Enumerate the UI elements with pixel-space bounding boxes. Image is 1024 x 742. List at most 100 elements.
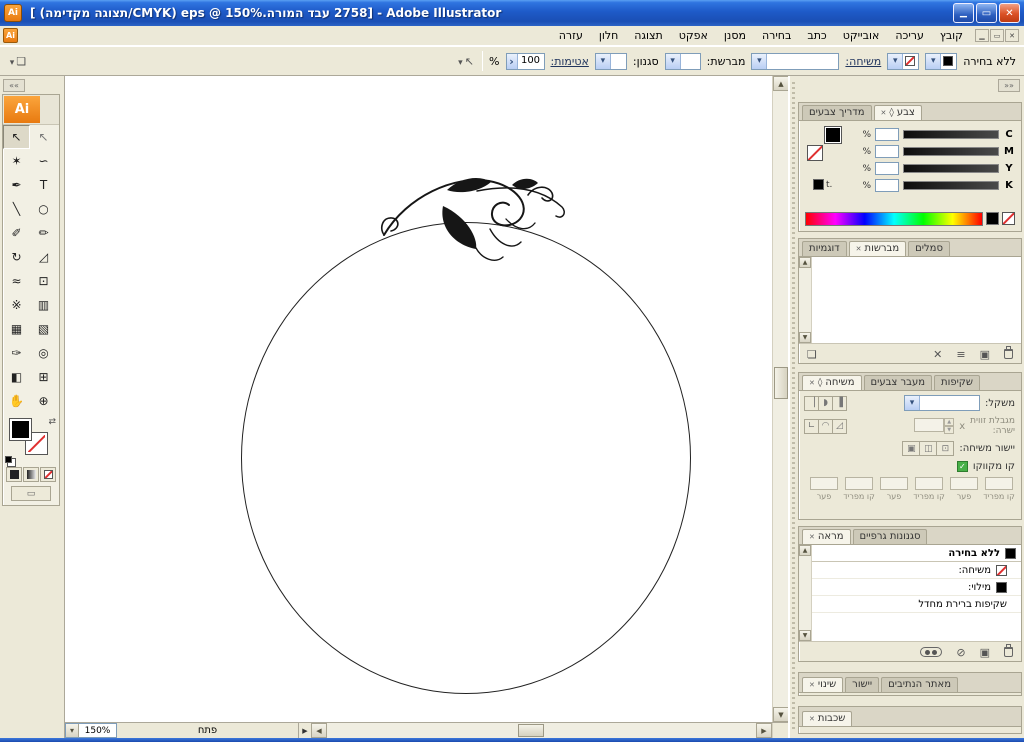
scroll-down-icon[interactable] — [799, 332, 811, 343]
yellow-slider[interactable] — [903, 164, 999, 173]
doc-restore-button[interactable]: ▭ — [990, 29, 1004, 42]
tab-graphic-styles[interactable]: סגנונות גרפיים — [852, 529, 928, 544]
chevron-down-icon[interactable] — [904, 396, 920, 410]
tab-brushes[interactable]: מברשות — [848, 241, 907, 256]
opacity-link[interactable]: אטימות: — [551, 55, 589, 68]
minimize-button[interactable] — [953, 3, 974, 23]
control-panel-options-button[interactable] — [8, 51, 28, 71]
chevron-down-icon[interactable] — [926, 53, 942, 69]
tab-align[interactable]: יישור — [845, 677, 880, 692]
tab-close-icon[interactable] — [809, 713, 815, 724]
pen-tool[interactable]: ✒ — [3, 173, 30, 197]
scroll-up-icon[interactable] — [799, 257, 811, 268]
chevron-down-icon[interactable] — [888, 53, 904, 69]
menu-edit[interactable]: עריכה — [887, 27, 932, 44]
menu-object[interactable]: אובייקט — [835, 27, 888, 44]
scale-tool[interactable]: ◿ — [30, 245, 57, 269]
new-brush-icon[interactable]: ▣ — [980, 348, 990, 361]
menu-window[interactable]: חלון — [591, 27, 626, 44]
stroke-link[interactable]: משיחה: — [845, 55, 881, 68]
appearance-row-transparency[interactable]: שקיפות ברירת מחדל — [812, 596, 1021, 613]
horizontal-scrollbar[interactable] — [311, 723, 772, 738]
yellow-value-field[interactable] — [875, 162, 899, 175]
chevron-down-icon[interactable] — [665, 53, 681, 69]
black-value-field[interactable] — [875, 179, 899, 192]
menu-effect[interactable]: אפקט — [671, 27, 716, 44]
vertical-scroll-thumb[interactable] — [774, 366, 788, 399]
align-center-button[interactable]: ▣ — [902, 441, 921, 456]
clear-appearance-icon[interactable]: ⊘ — [956, 646, 965, 659]
black-color-swatch[interactable] — [986, 212, 999, 225]
menu-select[interactable]: בחירה — [754, 27, 799, 44]
new-item-icon[interactable]: ▣ — [980, 646, 990, 659]
dashed-line-checkbox[interactable] — [956, 461, 968, 472]
magic-wand-tool[interactable]: ✶ — [3, 149, 30, 173]
selection-tool[interactable]: ↖ — [3, 125, 30, 149]
line-segment-tool[interactable]: ╲ — [3, 197, 30, 221]
style-combo[interactable] — [594, 52, 627, 70]
direct-selection-tool[interactable]: ↖ — [30, 125, 57, 149]
type-tool[interactable]: T — [30, 173, 57, 197]
brush-options-icon[interactable]: ≡ — [956, 348, 965, 361]
current-color-swatch[interactable] — [813, 179, 824, 190]
horizontal-scroll-thumb[interactable] — [518, 724, 545, 737]
chevron-down-icon[interactable] — [752, 53, 768, 69]
column-graph-tool[interactable]: ▥ — [30, 293, 57, 317]
flourish-ornament[interactable] — [379, 168, 569, 273]
scroll-down-icon[interactable] — [773, 707, 788, 722]
hand-tool[interactable]: ✋ — [3, 389, 30, 413]
spin-up-icon[interactable]: ▲ — [944, 418, 955, 426]
stroke-weight-combo[interactable] — [751, 52, 840, 70]
fill-color-swatch[interactable] — [9, 418, 32, 441]
none-color-swatch[interactable] — [1002, 212, 1015, 225]
live-paint-bucket-tool[interactable]: ◧ — [3, 365, 30, 389]
stroke-weight-dropdown[interactable] — [903, 395, 980, 411]
none-mode-button[interactable] — [40, 467, 56, 482]
maximize-button[interactable] — [976, 3, 997, 23]
scroll-left-icon[interactable] — [311, 723, 327, 738]
menu-view[interactable]: תצוגה — [626, 27, 670, 44]
gap-field[interactable] — [880, 477, 908, 490]
eyedropper-tool[interactable]: ✑ — [3, 341, 30, 365]
round-cap-button[interactable]: ◗ — [818, 395, 833, 411]
color-mode-button[interactable] — [6, 467, 22, 482]
status-field[interactable]: פתח — [117, 723, 299, 738]
color-spectrum[interactable] — [805, 212, 983, 226]
warp-tool[interactable]: ≈ — [3, 269, 30, 293]
align-inside-button[interactable]: ◫ — [919, 441, 938, 456]
remove-brush-icon[interactable]: ✕ — [933, 348, 942, 361]
scroll-up-icon[interactable] — [773, 76, 788, 91]
doc-close-button[interactable]: ✕ — [1005, 29, 1019, 42]
paintbrush-tool[interactable]: ✐ — [3, 221, 30, 245]
menu-help[interactable]: עזרה — [551, 27, 591, 44]
collapse-dock-icon[interactable] — [998, 79, 1020, 92]
stroke-proxy-swatch[interactable] — [807, 145, 823, 161]
magenta-slider[interactable] — [903, 147, 999, 156]
tab-color[interactable]: צבע — [873, 105, 922, 120]
align-outside-button[interactable]: ⊡ — [936, 441, 955, 456]
stepper-icon[interactable] — [506, 53, 518, 69]
blend-tool[interactable]: ◎ — [30, 341, 57, 365]
tab-close-icon[interactable] — [809, 679, 815, 690]
fill-stroke-proxy[interactable] — [807, 126, 842, 161]
delete-brush-icon[interactable] — [1004, 346, 1013, 359]
gap-field[interactable] — [810, 477, 838, 490]
tab-layers[interactable]: שכבות — [802, 711, 853, 726]
miter-join-button[interactable]: ∟ — [804, 418, 819, 434]
appearance-row-no-selection[interactable]: ללא בחירה — [812, 545, 1021, 562]
tab-appearance[interactable]: מראה — [802, 529, 851, 544]
gradient-mode-button[interactable] — [23, 467, 39, 482]
appearance-scrollbar[interactable] — [799, 545, 812, 641]
rotate-tool[interactable]: ↻ — [3, 245, 30, 269]
chevron-down-icon[interactable] — [66, 724, 79, 737]
collapse-toolbar-icon[interactable] — [3, 79, 25, 92]
ellipse-tool[interactable]: ○ — [30, 197, 57, 221]
appearance-row-stroke[interactable]: משיחה: — [812, 562, 1021, 579]
free-transform-tool[interactable]: ⊡ — [30, 269, 57, 293]
dash-field[interactable] — [915, 477, 943, 490]
zoom-tool[interactable]: ⊕ — [30, 389, 57, 413]
spin-down-icon[interactable]: ▼ — [944, 426, 955, 434]
default-colors-icon[interactable] — [5, 456, 12, 463]
menu-filter[interactable]: מסנן — [716, 27, 754, 44]
chevron-down-icon[interactable] — [595, 53, 611, 69]
